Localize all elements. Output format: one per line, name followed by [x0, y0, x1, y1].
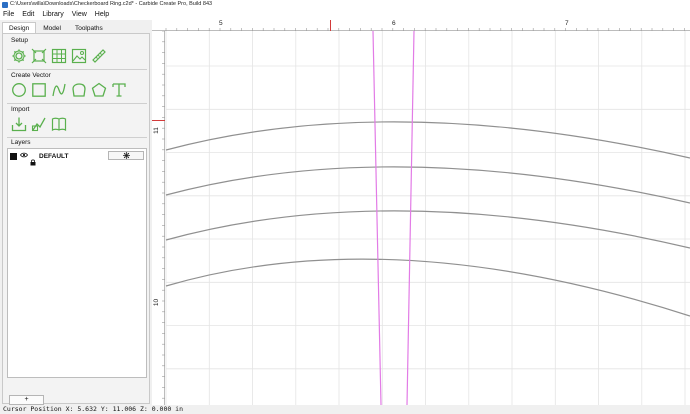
ruler-label-10: 10: [153, 298, 161, 307]
window-title: C:\Users\willa\Downloads\Checkerboard Ri…: [10, 1, 213, 7]
vertical-ruler: 11 10: [152, 31, 165, 405]
canvas-grid: [165, 31, 690, 405]
text-icon[interactable]: [111, 82, 127, 98]
ring-curve-2: [165, 166, 690, 204]
lock-icon[interactable]: [30, 153, 36, 165]
layer-settings-button[interactable]: [108, 151, 144, 160]
canvas-drawing[interactable]: [152, 20, 690, 405]
setup-section-label: Setup: [11, 37, 28, 44]
layers-section-label: Layers: [11, 139, 31, 146]
layer-row-default[interactable]: DEFAULT: [10, 151, 144, 165]
rectangle-icon[interactable]: [31, 82, 47, 98]
section-divider: [7, 137, 147, 138]
ruler-label-7: 7: [565, 20, 569, 27]
image-icon[interactable]: [71, 48, 87, 64]
layer-color-swatch[interactable]: [10, 152, 17, 160]
left-panel: Design Model Toolpaths Setup Create Vect…: [0, 20, 152, 405]
tab-design[interactable]: Design: [2, 22, 37, 33]
cursor-x-marker: [330, 20, 331, 31]
menu-file[interactable]: File: [3, 9, 14, 20]
curve-icon[interactable]: [51, 82, 67, 98]
create-vector-section-label: Create Vector: [11, 72, 51, 79]
import-section-label: Import: [11, 106, 30, 113]
layers-list: DEFAULT: [7, 148, 147, 378]
ring-curve-4: [165, 258, 690, 317]
app-icon: [2, 1, 8, 8]
pentagon-icon[interactable]: [91, 82, 107, 98]
section-divider: [7, 103, 147, 104]
vertical-ruler-ticks: [162, 31, 165, 399]
app-window: C:\Users\willa\Downloads\Checkerboard Ri…: [0, 0, 690, 414]
book-icon[interactable]: [51, 116, 67, 132]
menu-help[interactable]: Help: [95, 9, 109, 20]
section-divider: [7, 69, 147, 70]
selected-vectors[interactable]: [372, 30, 415, 405]
import-icon[interactable]: [11, 116, 27, 132]
gear-icon: [122, 152, 130, 159]
status-bar: Cursor Position X: 5.632 Y: 11.006 Z: 0.…: [0, 405, 690, 414]
ring-curves[interactable]: [165, 121, 690, 317]
horizontal-ruler-ticks: [165, 28, 685, 31]
cursor-y-marker: [152, 120, 165, 121]
menu-view[interactable]: View: [72, 9, 87, 20]
vector-line-left: [372, 30, 382, 405]
cursor-position-readout: Cursor Position X: 5.632 Y: 11.006 Z: 0.…: [3, 405, 184, 413]
ring-curve-3: [165, 210, 690, 249]
menu-bar: File Edit Library View Help: [0, 9, 690, 20]
tab-model[interactable]: Model: [36, 22, 68, 33]
grid-icon[interactable]: [51, 48, 67, 64]
circle-icon[interactable]: [11, 82, 27, 98]
menu-edit[interactable]: Edit: [22, 9, 34, 20]
panel-tabs: Design Model Toolpaths: [2, 22, 110, 33]
design-tab-body: Setup Create Vector Import Layers DEFAUL…: [2, 33, 150, 405]
add-layer-button[interactable]: +: [9, 395, 44, 405]
menu-library[interactable]: Library: [42, 9, 63, 20]
ruler-label-5: 5: [219, 20, 223, 27]
horizontal-ruler: 5 6 7: [152, 20, 690, 31]
layer-name: DEFAULT: [39, 152, 69, 160]
title-bar: C:\Users\willa\Downloads\Checkerboard Ri…: [0, 0, 690, 9]
vector-line-right: [406, 30, 415, 405]
design-size-icon[interactable]: [31, 48, 47, 64]
measure-icon[interactable]: [91, 48, 107, 64]
tab-toolpaths[interactable]: Toolpaths: [68, 22, 110, 33]
ruler-label-6: 6: [392, 20, 396, 27]
ruler-label-11: 11: [152, 127, 160, 134]
import-vector-icon[interactable]: [31, 116, 47, 132]
polygon-icon[interactable]: [71, 82, 87, 98]
settings-gear-icon[interactable]: [11, 48, 27, 64]
design-canvas[interactable]: 5 6 7 11 10: [152, 20, 690, 405]
eye-icon[interactable]: [20, 152, 28, 161]
